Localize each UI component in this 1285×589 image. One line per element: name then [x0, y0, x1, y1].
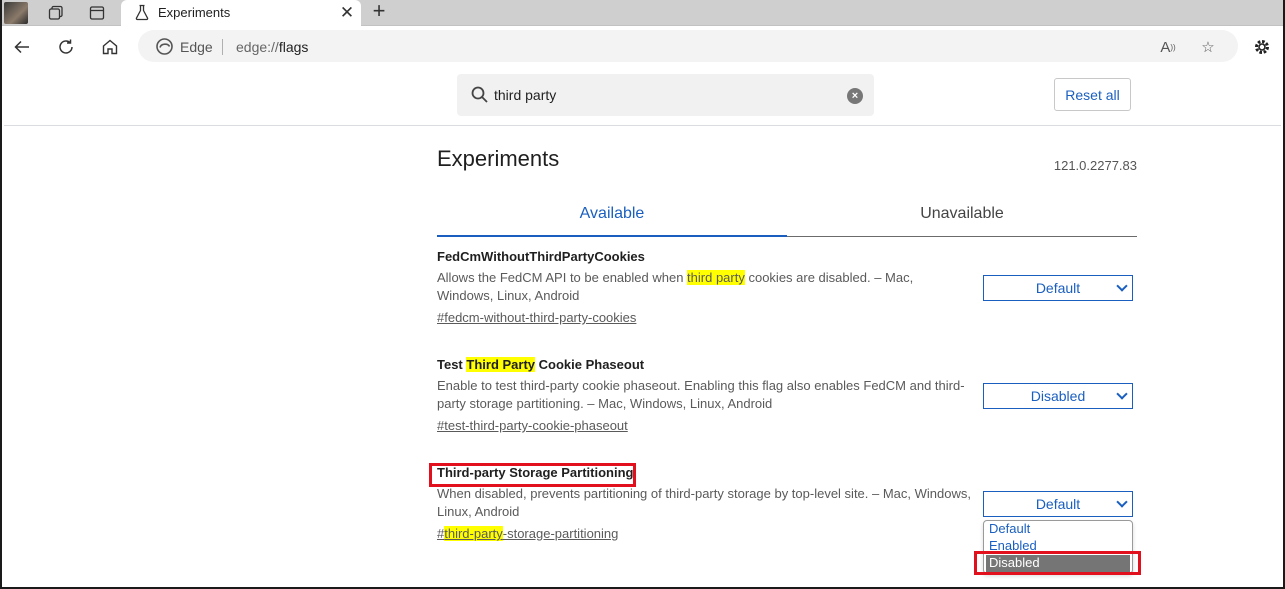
active-tab-indicator [437, 235, 787, 237]
experiment-name: Test Third Party Cookie Phaseout [437, 357, 645, 372]
flask-icon [135, 4, 149, 21]
experiment-name: FedCmWithoutThirdPartyCookies [437, 249, 645, 264]
tab-experiments[interactable]: Experiments ✕ [121, 0, 361, 26]
chevron-down-icon [1116, 388, 1128, 400]
new-tab-icon[interactable]: + [368, 0, 390, 23]
experiment-item: FedCmWithoutThirdPartyCookies Allows the… [437, 248, 1137, 327]
experiment-description: Enable to test third-party cookie phaseo… [437, 378, 965, 411]
search-input[interactable] [494, 84, 834, 106]
chevron-down-icon [1116, 496, 1128, 508]
home-icon[interactable] [98, 35, 122, 59]
annotation-highlight-option [974, 551, 1141, 575]
omnibox-divider [222, 39, 223, 55]
refresh-icon[interactable] [54, 35, 78, 59]
tab-available[interactable]: Available [437, 205, 787, 223]
url-text: edge://flags [236, 39, 309, 55]
experiment-tabs: Available Unavailable [437, 201, 1137, 237]
experiment-link[interactable]: #fedcm-without-third-party-cookies [437, 309, 636, 327]
experiment-description: Allows the FedCM API to be enabled when … [437, 270, 914, 303]
option-default[interactable]: Default [984, 521, 1132, 538]
experiment-description: When disabled, prevents partitioning of … [437, 486, 971, 519]
search-icon [471, 86, 488, 103]
workspaces-icon[interactable] [46, 3, 66, 23]
experiment-select[interactable]: Default [983, 491, 1133, 517]
tab-title: Experiments [158, 5, 231, 20]
chevron-down-icon [1116, 280, 1128, 292]
favorite-star-icon[interactable]: ☆ [1198, 37, 1218, 57]
back-icon[interactable] [10, 35, 34, 59]
tab-strip: Experiments ✕ + [0, 0, 1285, 26]
experiment-item: Test Third Party Cookie Phaseout Enable … [437, 356, 1137, 435]
experiment-select[interactable]: Disabled [983, 383, 1133, 409]
page-title: Experiments [437, 146, 560, 171]
experiment-link[interactable]: #third-party-storage-partitioning [437, 525, 618, 543]
clear-search-icon[interactable]: × [847, 88, 863, 104]
flag-search-box: × [457, 74, 874, 116]
read-aloud-icon[interactable]: A)) [1158, 37, 1178, 57]
tab-unavailable[interactable]: Unavailable [787, 205, 1137, 223]
address-bar[interactable]: Edge edge://flags A)) ☆ [138, 30, 1238, 62]
toolbar: Edge edge://flags A)) ☆ [0, 26, 1285, 66]
edge-logo-icon [156, 38, 173, 55]
vertical-tabs-icon[interactable] [87, 3, 107, 23]
profile-avatar[interactable] [4, 2, 28, 24]
experiment-select[interactable]: Default [983, 275, 1133, 301]
settings-gear-icon[interactable] [1250, 35, 1274, 59]
experiment-link[interactable]: #test-third-party-cookie-phaseout [437, 417, 628, 435]
reset-all-button[interactable]: Reset all [1054, 78, 1131, 111]
version-label: 121.0.2277.83 [1053, 158, 1137, 173]
site-label: Edge [180, 39, 213, 55]
close-tab-icon[interactable]: ✕ [337, 3, 357, 23]
flags-header: × Reset all [4, 66, 1281, 126]
annotation-highlight-name [429, 463, 636, 487]
